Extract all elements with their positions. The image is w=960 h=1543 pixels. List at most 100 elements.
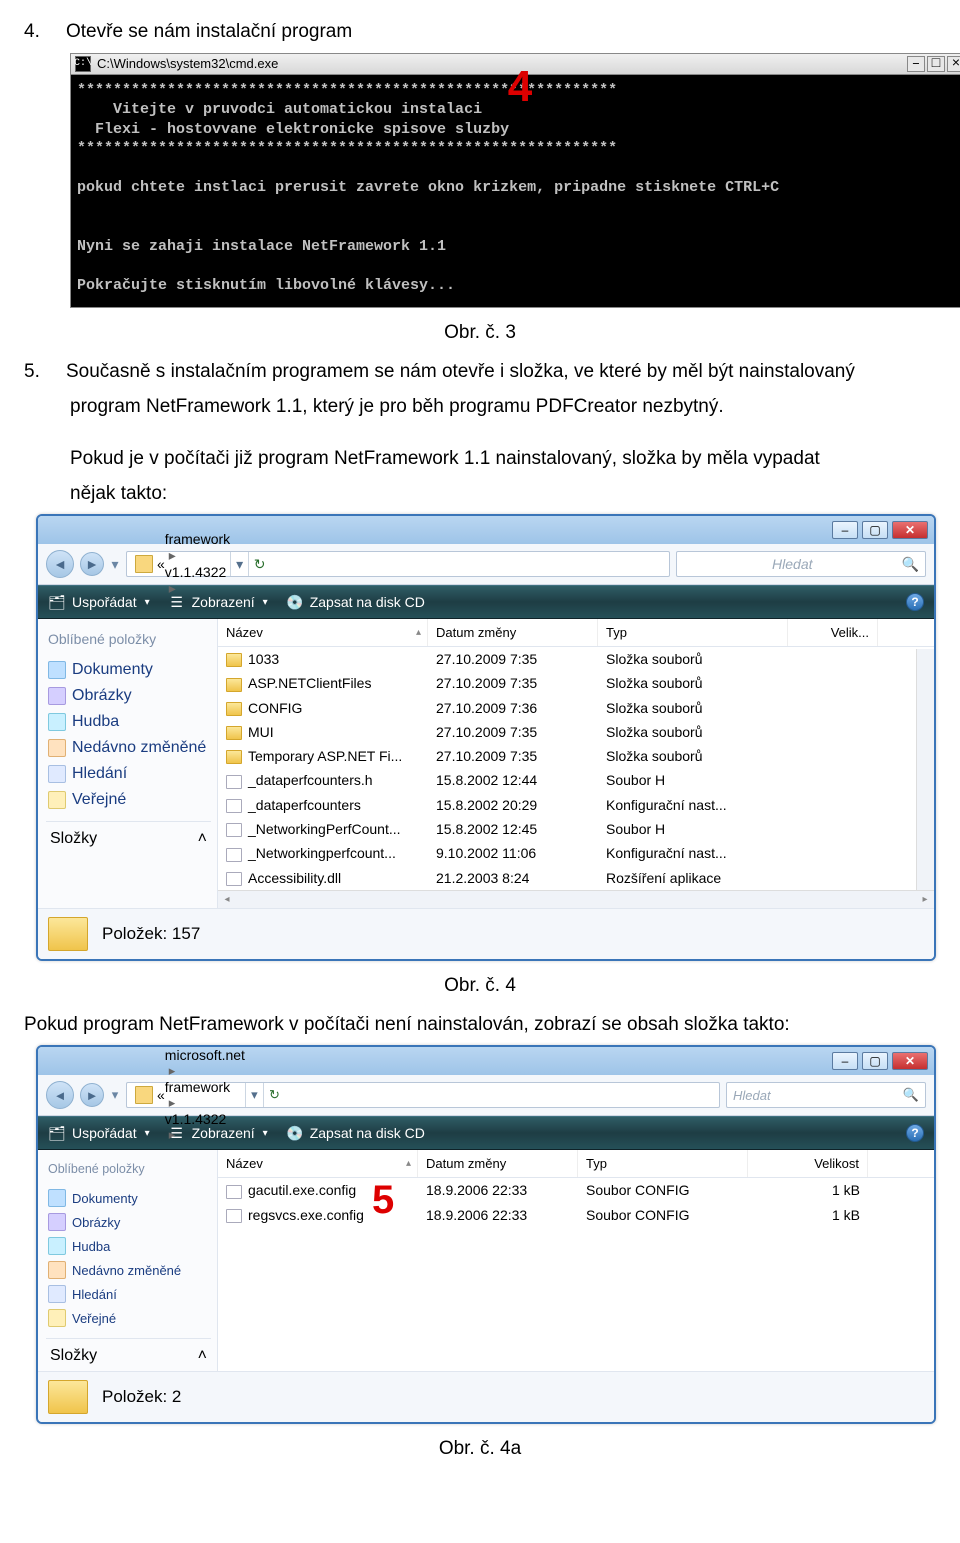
listview-header[interactable]: Název ▴ Datum změny Typ Velik...	[218, 619, 934, 647]
sidebar-item[interactable]: Hledání	[46, 761, 211, 787]
table-row[interactable]: CONFIG27.10.2009 7:36Složka souborů	[218, 696, 934, 720]
cell-date: 27.10.2009 7:35	[428, 720, 598, 744]
toolbar-organise[interactable]: 🗂 Uspořádat ▾	[48, 1124, 150, 1142]
header-size[interactable]: Velik...	[788, 619, 878, 646]
sidebar-footer[interactable]: Složky ˄	[46, 821, 211, 850]
help-button[interactable]: ?	[906, 1124, 924, 1142]
header-type[interactable]: Typ	[578, 1150, 748, 1177]
nav-forward-button[interactable]: ►	[80, 1083, 104, 1107]
table-row[interactable]: 103327.10.2009 7:35Složka souborů	[218, 647, 934, 671]
table-row[interactable]: ASP.NETClientFiles27.10.2009 7:35Složka …	[218, 671, 934, 695]
sidebar-item-label: Hledání	[72, 1287, 117, 1302]
horizontal-scrollbar[interactable]: ◂ ▸	[218, 890, 934, 908]
sidebar-item[interactable]: Obrázky	[46, 1210, 211, 1234]
table-row[interactable]: regsvcs.exe.config18.9.2006 22:33Soubor …	[218, 1203, 934, 1227]
search-placeholder: Hledat	[772, 556, 812, 572]
cell-size	[788, 720, 878, 744]
listview-header[interactable]: Název ▴ Datum změny Typ Velikost	[218, 1150, 934, 1178]
header-name[interactable]: Název ▴	[218, 1150, 418, 1177]
sidebar-item[interactable]: Hudba	[46, 709, 211, 735]
close-button[interactable]: ✕	[892, 521, 928, 539]
header-name[interactable]: Název ▴	[218, 619, 428, 646]
table-row[interactable]: Accessibility.dll21.2.2003 8:24Rozšíření…	[218, 866, 934, 890]
sidebar-item[interactable]: Hledání	[46, 1282, 211, 1306]
header-type[interactable]: Typ	[598, 619, 788, 646]
header-size[interactable]: Velikost	[748, 1150, 868, 1177]
sidebar-item[interactable]: Nedávno změněné	[46, 735, 211, 761]
close-button[interactable]: ✕	[892, 1052, 928, 1070]
minimize-button[interactable]: –	[907, 56, 925, 72]
table-row[interactable]: Temporary ASP.NET Fi...27.10.2009 7:35Sl…	[218, 744, 934, 768]
table-row[interactable]: _dataperfcounters15.8.2002 20:29Konfigur…	[218, 793, 934, 817]
toolbar-burn[interactable]: 💿 Zapsat na disk CD	[286, 1124, 425, 1142]
sidebar-footer-label: Složky	[50, 1347, 97, 1365]
header-date[interactable]: Datum změny	[418, 1150, 578, 1177]
file-icon	[226, 678, 242, 692]
exp1-nav: ◄ ► ▾ « framework▸v1.1.4322▸ ▾ ↻ Hledat …	[38, 544, 934, 585]
breadcrumb-prefix[interactable]: «	[157, 1087, 165, 1103]
nav-history-dropdown[interactable]: ▾	[110, 556, 120, 573]
sidebar-item[interactable]: Hudba	[46, 1234, 211, 1258]
folder-icon	[135, 1086, 153, 1104]
help-button[interactable]: ?	[906, 593, 924, 611]
cell-type: Složka souborů	[598, 696, 788, 720]
refresh-button[interactable]: ↻	[263, 1083, 285, 1107]
breadcrumb[interactable]: « framework▸v1.1.4322▸ ▾ ↻	[126, 551, 670, 577]
header-date[interactable]: Datum změny	[428, 619, 598, 646]
table-row[interactable]: MUI27.10.2009 7:35Složka souborů	[218, 720, 934, 744]
table-row[interactable]: gacutil.exe.config18.9.2006 22:33Soubor …	[218, 1178, 934, 1202]
table-row[interactable]: _NetworkingPerfCount...15.8.2002 12:45So…	[218, 817, 934, 841]
refresh-button[interactable]: ↻	[248, 552, 270, 576]
breadcrumb-segment[interactable]: framework	[165, 1079, 245, 1095]
toolbar-view[interactable]: ☰ Zobrazení ▾	[168, 1124, 268, 1142]
vertical-scrollbar[interactable]	[916, 649, 934, 890]
nav-forward-button[interactable]: ►	[80, 552, 104, 576]
breadcrumb-dropdown[interactable]: ▾	[230, 552, 248, 576]
breadcrumb-segment[interactable]: framework	[165, 531, 230, 547]
breadcrumb-dropdown[interactable]: ▾	[245, 1083, 263, 1107]
maximize-button[interactable]: ▢	[862, 1052, 888, 1070]
breadcrumb[interactable]: « microsoft.net▸framework▸v1.1.4322▸ ▾ ↻	[126, 1082, 720, 1108]
minimize-button[interactable]: –	[832, 521, 858, 539]
toolbar-burn[interactable]: 💿 Zapsat na disk CD	[286, 593, 425, 611]
scroll-left-button[interactable]: ◂	[218, 894, 236, 905]
sidebar-item[interactable]: Veřejné	[46, 1306, 211, 1330]
sidebar-footer[interactable]: Složky ˄	[46, 1338, 211, 1367]
nav-history-dropdown[interactable]: ▾	[110, 1087, 120, 1103]
table-row[interactable]: _Networkingperfcount...9.10.2002 11:06Ko…	[218, 841, 934, 865]
toolbar-organise[interactable]: 🗂 Uspořádat ▾	[48, 593, 150, 611]
nav-back-button[interactable]: ◄	[46, 1081, 74, 1109]
maximize-button[interactable]: ▢	[862, 521, 888, 539]
sidebar-item[interactable]: Dokumenty	[46, 1186, 211, 1210]
maximize-button[interactable]: □	[927, 56, 945, 72]
close-button[interactable]: ×	[947, 56, 960, 72]
minimize-button[interactable]: –	[832, 1052, 858, 1070]
cell-type: Rozšíření aplikace	[598, 866, 788, 890]
cell-name: ASP.NETClientFiles	[218, 671, 428, 695]
toolbar-view[interactable]: ☰ Zobrazení ▾	[168, 593, 268, 611]
sidebar-item-label: Obrázky	[72, 687, 132, 705]
breadcrumb-segment[interactable]: v1.1.4322	[165, 564, 230, 580]
cell-name: 1033	[218, 647, 428, 671]
search-input[interactable]: Hledat 🔍	[726, 1082, 926, 1108]
breadcrumb-segment[interactable]: microsoft.net	[165, 1047, 245, 1063]
cell-size	[788, 866, 878, 890]
cmd-title: C:\Windows\system32\cmd.exe	[97, 56, 907, 71]
sidebar-item[interactable]: Dokumenty	[46, 657, 211, 683]
sidebar-item[interactable]: Nedávno změněné	[46, 1258, 211, 1282]
breadcrumb-prefix[interactable]: «	[157, 556, 165, 572]
step-5-text3: Pokud je v počítači již program NetFrame…	[70, 445, 936, 474]
cell-size	[788, 671, 878, 695]
scroll-right-button[interactable]: ▸	[916, 894, 934, 905]
explorer-window-2: – ▢ ✕ ◄ ► ▾ « microsoft.net▸framework▸v1…	[36, 1045, 936, 1424]
cell-name: Temporary ASP.NET Fi...	[218, 744, 428, 768]
toolbar-organise-label: Uspořádat	[72, 594, 137, 610]
nav-back-button[interactable]: ◄	[46, 550, 74, 578]
search-input[interactable]: Hledat 🔍	[676, 551, 926, 577]
sidebar-item[interactable]: Obrázky	[46, 683, 211, 709]
table-row[interactable]: _dataperfcounters.h15.8.2002 12:44Soubor…	[218, 768, 934, 792]
sidebar-item[interactable]: Veřejné	[46, 787, 211, 813]
sort-icon: ▴	[416, 627, 421, 638]
search-placeholder: Hledat	[733, 1088, 771, 1103]
sidebar-item-icon	[48, 791, 66, 809]
